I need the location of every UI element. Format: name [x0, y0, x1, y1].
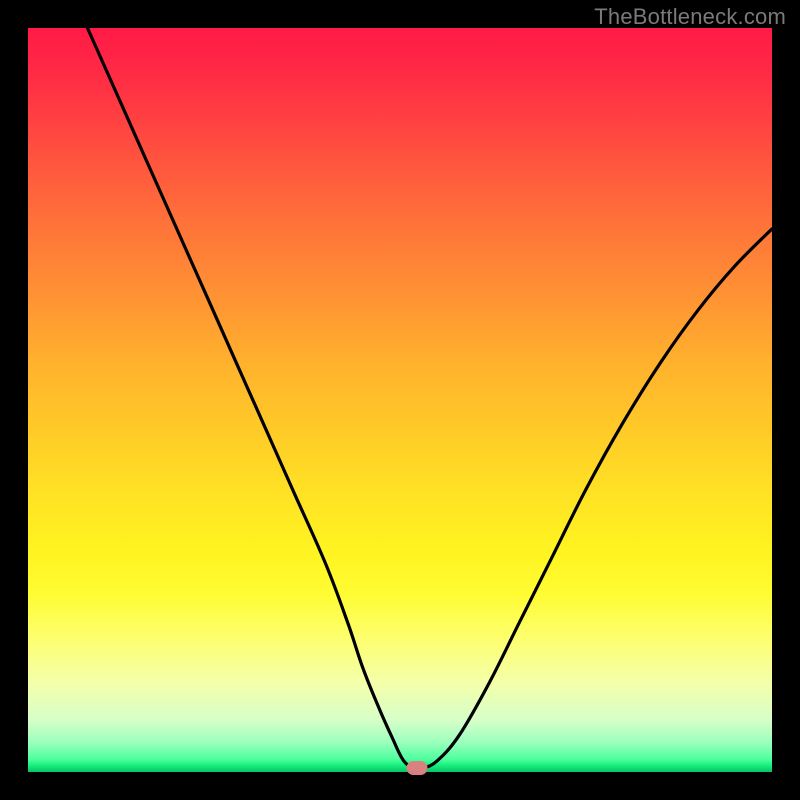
curve-path [88, 28, 773, 769]
optimum-marker [407, 761, 428, 775]
chart-frame: TheBottleneck.com [0, 0, 800, 800]
plot-area [28, 28, 772, 772]
bottleneck-curve [28, 28, 772, 772]
watermark-text: TheBottleneck.com [594, 4, 786, 30]
